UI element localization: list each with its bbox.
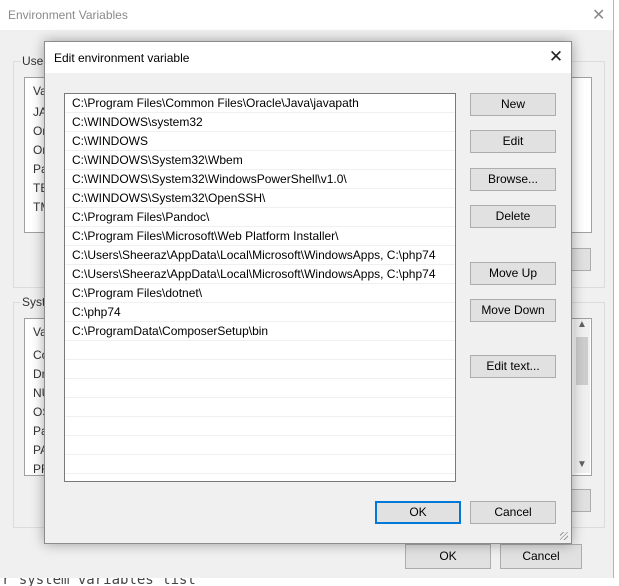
path-list-empty-row[interactable] bbox=[65, 417, 455, 436]
scrollbar-thumb[interactable] bbox=[576, 337, 588, 385]
path-list-item[interactable]: C:\Program Files\Common Files\Oracle\Jav… bbox=[65, 94, 455, 113]
path-list-empty-row[interactable] bbox=[65, 474, 455, 481]
move-up-button[interactable]: Move Up bbox=[470, 262, 556, 285]
path-list-item[interactable]: C:\WINDOWS\system32 bbox=[65, 113, 455, 132]
delete-button[interactable]: Delete bbox=[470, 205, 556, 228]
path-list-empty-row[interactable] bbox=[65, 341, 455, 360]
path-list-empty-row[interactable] bbox=[65, 379, 455, 398]
dialog-title: Edit environment variable bbox=[54, 51, 190, 65]
path-list-item[interactable]: C:\Users\Sheeraz\AppData\Local\Microsoft… bbox=[65, 246, 455, 265]
move-down-button[interactable]: Move Down bbox=[470, 299, 556, 322]
path-list-item[interactable]: C:\ProgramData\ComposerSetup\bin bbox=[65, 322, 455, 341]
ok-button[interactable]: OK bbox=[405, 544, 491, 569]
path-list-item[interactable]: C:\WINDOWS\System32\OpenSSH\ bbox=[65, 189, 455, 208]
window-title: Environment Variables bbox=[8, 8, 128, 22]
background-text-strip: r system variables list bbox=[0, 578, 619, 586]
vertical-scrollbar[interactable]: ▲ ▼ bbox=[574, 319, 590, 473]
edit-environment-variable-dialog: Edit environment variable ✕ C:\Program F… bbox=[44, 41, 572, 544]
title-bar: Environment Variables ✕ bbox=[0, 0, 613, 30]
new-button[interactable]: New bbox=[470, 93, 556, 116]
resize-grip-icon[interactable] bbox=[560, 532, 568, 540]
cancel-button[interactable]: Cancel bbox=[500, 544, 582, 569]
path-list-empty-row[interactable] bbox=[65, 398, 455, 417]
path-list-item[interactable]: C:\php74 bbox=[65, 303, 455, 322]
dialog-title-bar: Edit environment variable ✕ bbox=[45, 42, 571, 73]
path-list-empty-row[interactable] bbox=[65, 455, 455, 474]
background-text: r system variables list bbox=[2, 578, 196, 586]
close-icon[interactable]: ✕ bbox=[545, 47, 567, 69]
path-list-item[interactable]: C:\Program Files\Pandoc\ bbox=[65, 208, 455, 227]
ok-button[interactable]: OK bbox=[375, 501, 461, 524]
path-list-item[interactable]: C:\Program Files\dotnet\ bbox=[65, 284, 455, 303]
path-list[interactable]: C:\Program Files\Common Files\Oracle\Jav… bbox=[64, 93, 456, 482]
path-list-item[interactable]: C:\Program Files\Microsoft\Web Platform … bbox=[65, 227, 455, 246]
path-list-empty-row[interactable] bbox=[65, 436, 455, 455]
scroll-up-icon[interactable]: ▲ bbox=[577, 319, 587, 330]
path-list-item[interactable]: C:\WINDOWS bbox=[65, 132, 455, 151]
path-list-item[interactable]: C:\WINDOWS\System32\WindowsPowerShell\v1… bbox=[65, 170, 455, 189]
cancel-button[interactable]: Cancel bbox=[470, 501, 556, 524]
edit-button[interactable]: Edit bbox=[470, 130, 556, 153]
scroll-down-icon[interactable]: ▼ bbox=[577, 459, 587, 470]
close-icon[interactable]: ✕ bbox=[592, 5, 605, 25]
browse-button[interactable]: Browse... bbox=[470, 168, 556, 191]
path-list-item[interactable]: C:\Users\Sheeraz\AppData\Local\Microsoft… bbox=[65, 265, 455, 284]
edit-text-button[interactable]: Edit text... bbox=[470, 355, 556, 378]
path-list-item[interactable]: C:\WINDOWS\System32\Wbem bbox=[65, 151, 455, 170]
path-list-empty-row[interactable] bbox=[65, 360, 455, 379]
